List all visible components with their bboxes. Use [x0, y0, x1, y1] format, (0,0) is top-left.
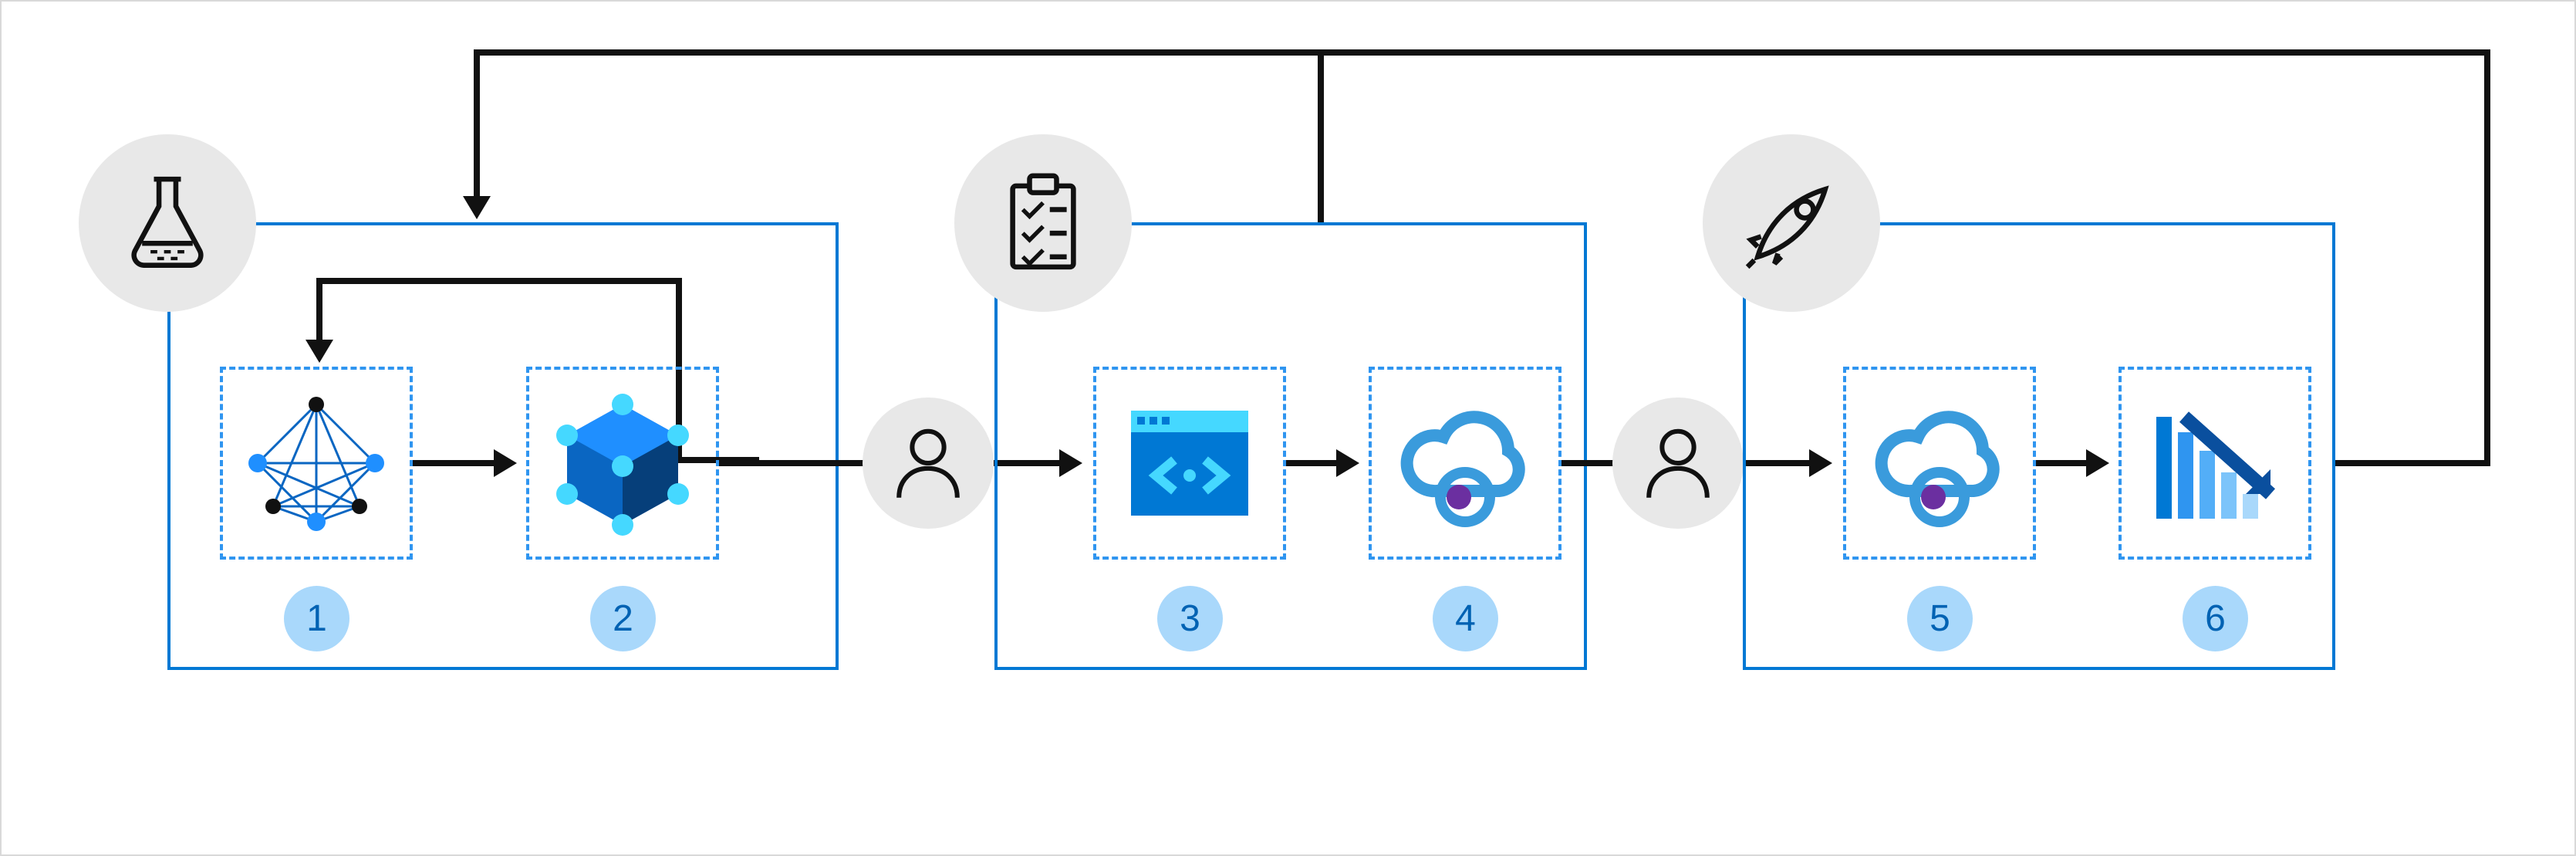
step-number-6-text: 6: [2205, 597, 2226, 640]
flask-icon: [113, 169, 221, 277]
step-tile-2: [526, 367, 719, 560]
arrow-step1-to-step2: [413, 460, 498, 466]
step-number-1: 1: [284, 586, 349, 651]
step-number-3-text: 3: [1180, 597, 1200, 640]
step-tile-6: [2119, 367, 2311, 560]
feedback-arrowhead-stage1: [463, 196, 491, 219]
code-app-icon: [1112, 386, 1267, 540]
stage-badge-deploy: [1703, 134, 1880, 312]
step-number-2-text: 2: [613, 597, 633, 640]
cloud-service-icon: [1862, 386, 2017, 540]
neural-network-icon: [239, 386, 393, 540]
declining-chart-icon: [2138, 386, 2292, 540]
feedback-from-step6: [2335, 460, 2490, 466]
feedback-drop-to-stage1: [474, 49, 480, 200]
step-tile-5: [1843, 367, 2036, 560]
actor-1: [863, 398, 994, 529]
stage-badge-experiment: [79, 134, 256, 312]
arrow-step5-to-step6: [2036, 460, 2090, 466]
arrow-stage1-out: [719, 460, 842, 466]
architecture-diagram: 1 2: [0, 0, 2576, 856]
step-tile-4: [1369, 367, 1561, 560]
step-number-2: 2: [590, 586, 656, 651]
clipboard-icon: [989, 169, 1097, 277]
feedback-riser-from-step6: [2484, 49, 2490, 466]
step-tile-3: [1093, 367, 1286, 560]
arrow-to-person1: [839, 460, 864, 466]
step-number-5: 5: [1907, 586, 1973, 651]
person-icon: [886, 421, 971, 506]
step-number-4-text: 4: [1455, 597, 1476, 640]
actor-2: [1612, 398, 1744, 529]
arrow-step3-to-step4: [1286, 460, 1340, 466]
arrow-to-person2: [1561, 460, 1614, 466]
stage-badge-test: [954, 134, 1132, 312]
arrow-step1-to-step2-head: [494, 449, 517, 477]
person-icon: [1636, 421, 1720, 506]
rocket-icon: [1737, 169, 1845, 277]
arrow-step3-to-step4-head: [1336, 449, 1359, 477]
feedback-top-rail: [474, 49, 2490, 56]
step-number-3: 3: [1157, 586, 1223, 651]
model-cube-icon: [545, 386, 700, 540]
step-number-1-text: 1: [306, 597, 327, 640]
arrow-step5-to-step6-head: [2086, 449, 2109, 477]
step-tile-1: [220, 367, 413, 560]
step-number-6: 6: [2183, 586, 2248, 651]
cloud-service-icon: [1388, 386, 1542, 540]
step-number-4: 4: [1433, 586, 1498, 651]
feedback-riser-from-stage2: [1318, 49, 1324, 223]
step-number-5-text: 5: [1929, 597, 1950, 640]
